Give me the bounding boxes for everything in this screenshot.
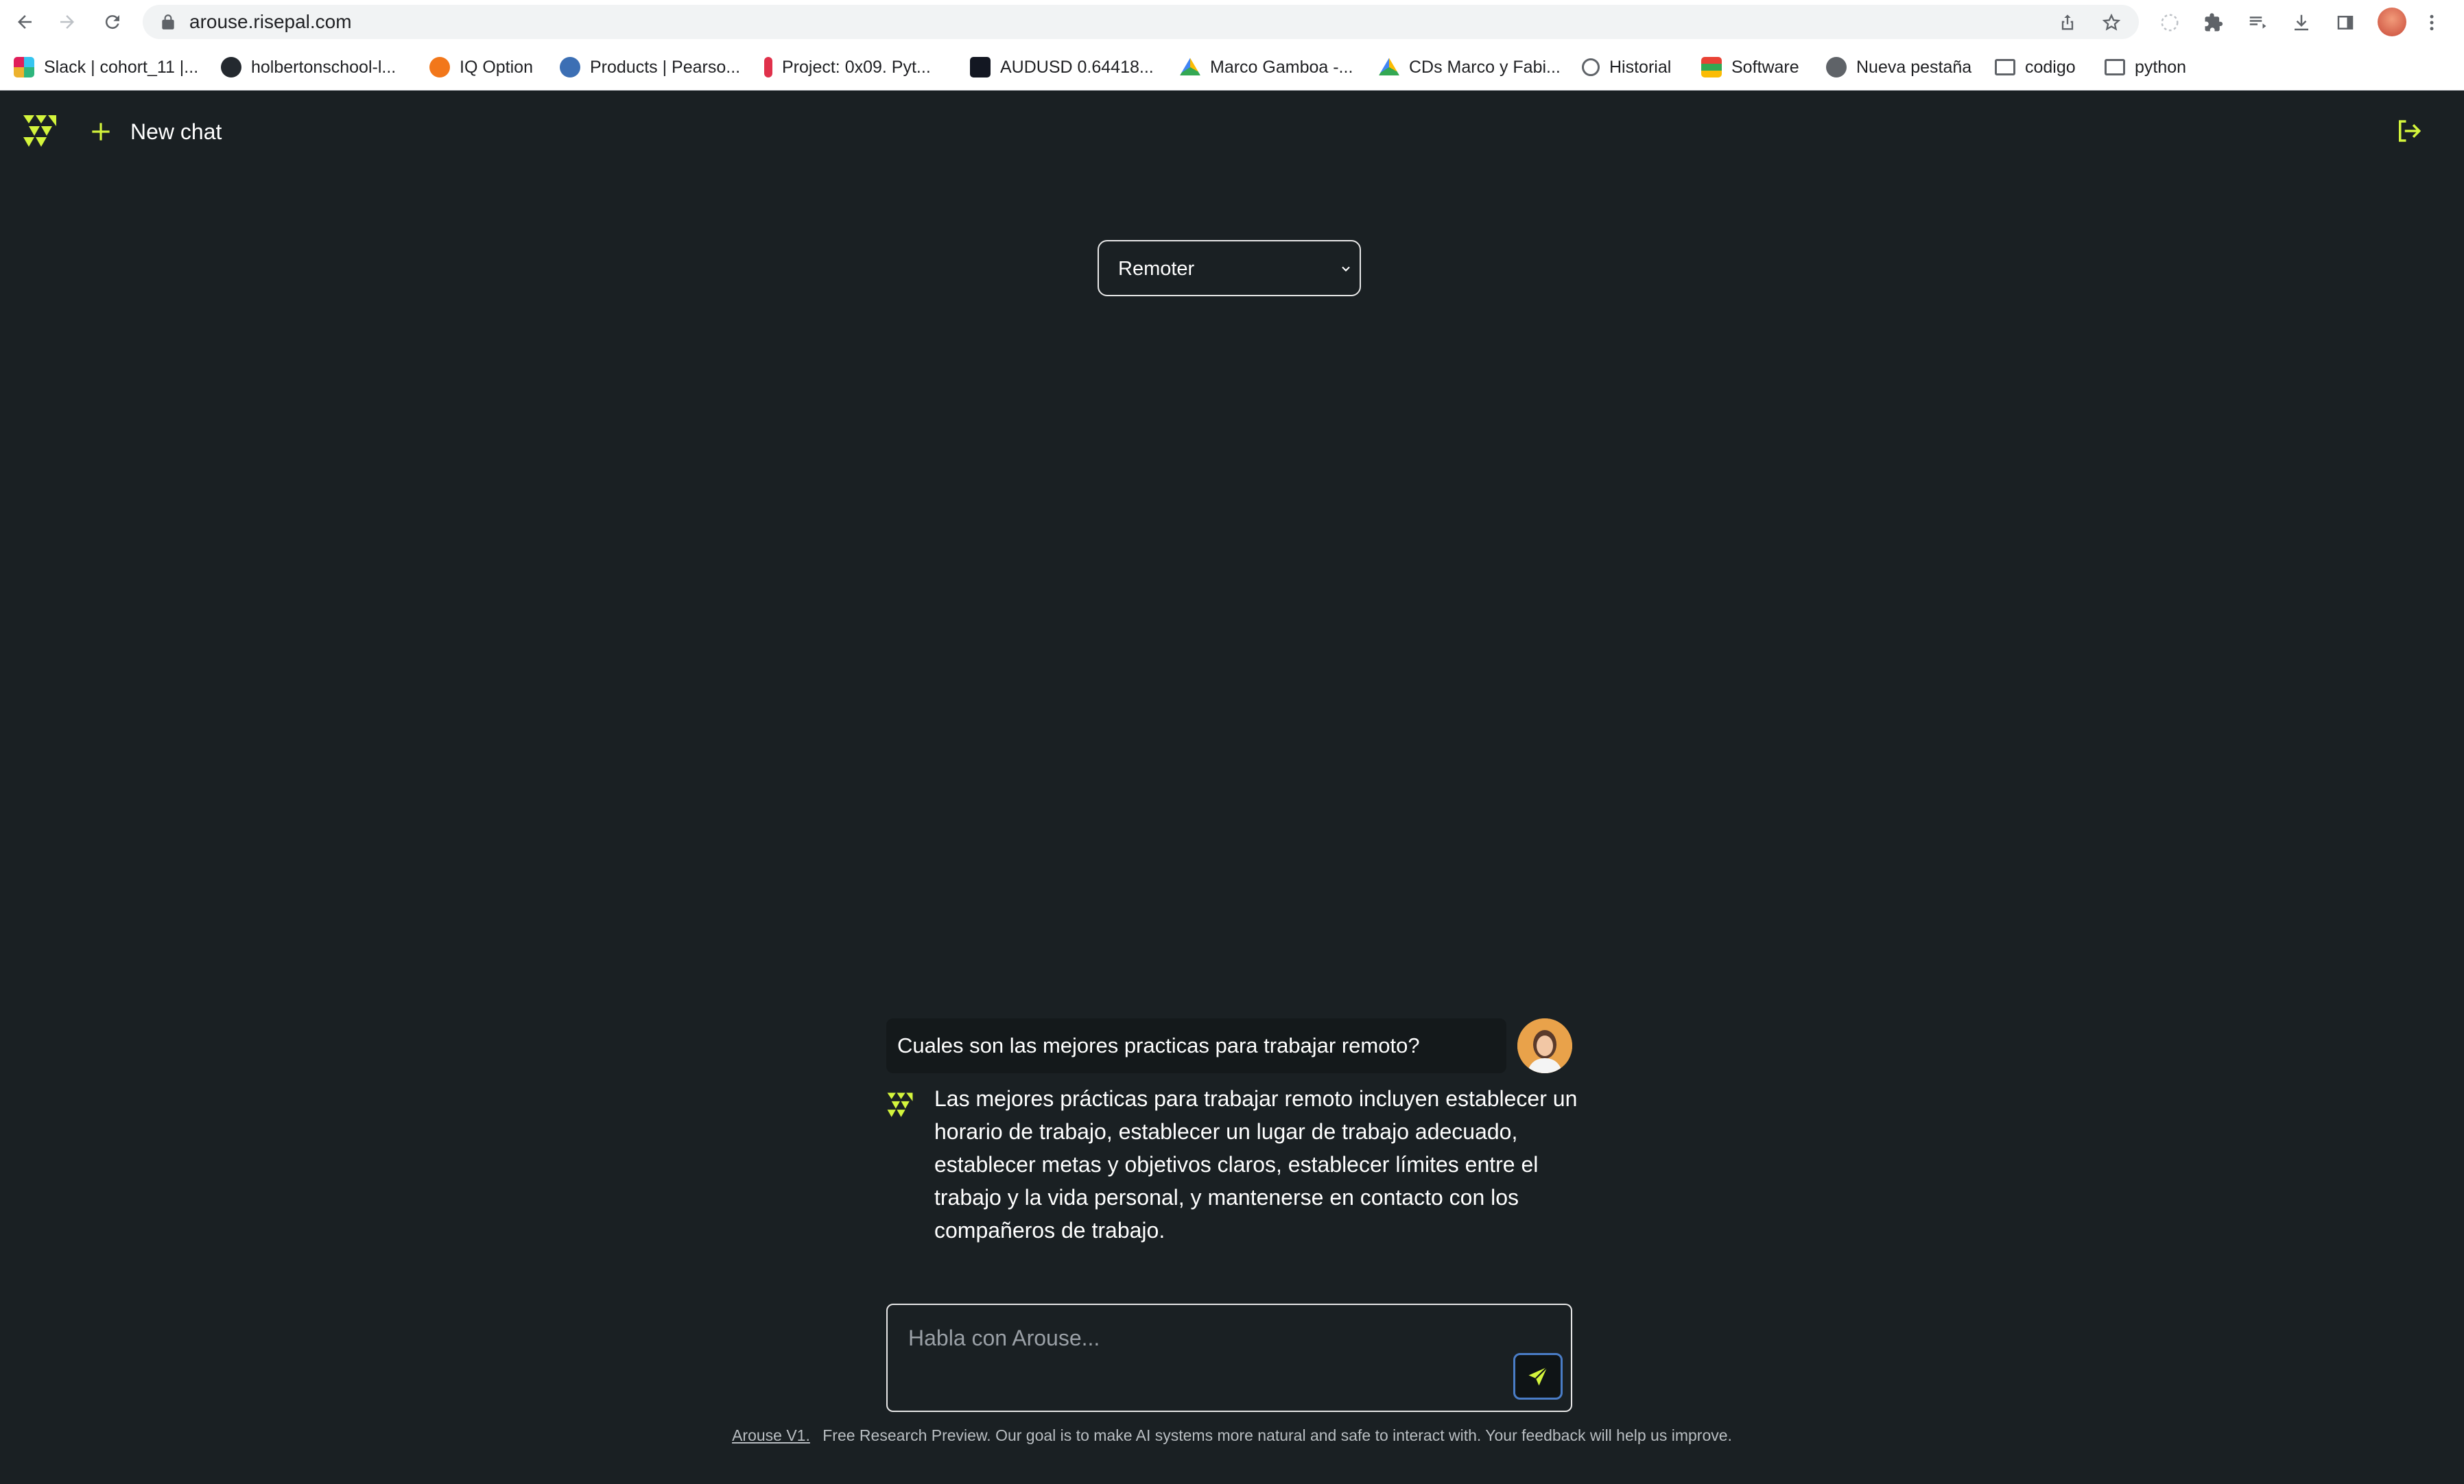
lock-icon [162,14,174,29]
globe-icon [1826,57,1847,77]
holberton-icon [764,57,772,77]
model-select[interactable]: Remoter [1098,240,1361,296]
browser-toolbar: arouse.risepal.com [0,0,2464,44]
back-button[interactable] [11,8,38,36]
bookmark-item[interactable]: CDs Marco y Fabi... [1379,44,1561,91]
pearson-icon [560,57,580,77]
arouse-logo-icon[interactable] [22,114,58,149]
side-panel-icon[interactable] [2334,11,2357,34]
bookmark-item[interactable]: Products | Pearso... [560,44,740,91]
google-drive-icon [1379,58,1399,75]
send-icon [1528,1366,1548,1386]
back-arrow-icon [18,15,32,29]
tradingview-icon [970,57,991,77]
app-header [0,91,2464,170]
reload-icon [105,15,119,29]
folder-icon [1995,59,2015,75]
url-text: arouse.risepal.com [189,11,352,32]
bookmarks-bar: Slack | cohort_11 |... holbertonschool-l… [0,44,2464,91]
bookmark-item[interactable]: holbertonschool-l... [221,44,396,91]
stack-icon [1701,57,1722,77]
bookmark-item[interactable]: Nueva pestaña [1826,44,1971,91]
bookmark-item[interactable]: Project: 0x09. Pyt... [764,44,931,91]
bot-message: Las mejores prácticas para trabajar remo… [934,1086,1578,1243]
browser-menu-icon[interactable] [2420,11,2443,34]
composer [886,1304,1572,1412]
extensions-puzzle-icon[interactable] [2202,11,2225,34]
bookmark-item[interactable]: python [2105,44,2186,91]
plus-icon [92,123,110,141]
github-icon [221,57,241,77]
footer-text: Free Research Preview. Our goal is to ma… [822,1426,1732,1444]
chevron-down-icon [1342,266,1350,272]
reading-list-icon[interactable] [2246,11,2269,34]
model-select-value: Remoter [1118,258,1195,280]
logout-icon[interactable] [2394,117,2423,145]
downloads-icon[interactable] [2290,11,2313,34]
user-message-text: Cuales son las mejores practicas para tr… [897,1033,1420,1057]
share-icon[interactable] [2058,13,2077,32]
profile-avatar[interactable] [2378,8,2406,36]
chat-input[interactable] [908,1326,1471,1380]
extension-loader-icon[interactable] [2158,11,2181,34]
bookmark-item[interactable]: Historial [1582,44,1671,91]
google-drive-icon [1180,58,1200,75]
user-avatar [1517,1018,1572,1073]
bookmark-item[interactable]: Marco Gamboa -... [1180,44,1353,91]
send-button[interactable] [1513,1353,1563,1400]
bookmark-item[interactable]: codigo [1995,44,2076,91]
bookmark-item[interactable]: Software [1701,44,1799,91]
iq-option-icon [429,57,450,77]
footer: Arouse V1. Free Research Preview. Our go… [0,1426,2464,1445]
version-link[interactable]: Arouse V1. [732,1426,810,1444]
bookmark-item[interactable]: IQ Option [429,44,533,91]
new-chat-button[interactable]: New chat [88,114,222,149]
bot-logo-icon [887,1092,913,1117]
reload-button[interactable] [99,8,126,36]
bookmark-item[interactable]: AUDUSD 0.64418... [970,44,1154,91]
new-chat-label: New chat [130,119,222,144]
user-message: Cuales son las mejores practicas para tr… [886,1018,1506,1073]
forward-button[interactable] [54,8,81,36]
bookmark-star-icon[interactable] [2102,13,2121,32]
address-bar[interactable]: arouse.risepal.com [143,5,2139,39]
slack-icon [14,57,34,77]
bookmark-item[interactable]: Slack | cohort_11 |... [14,44,198,91]
forward-arrow-icon [60,15,74,29]
history-icon [1582,58,1600,76]
folder-icon [2105,59,2125,75]
